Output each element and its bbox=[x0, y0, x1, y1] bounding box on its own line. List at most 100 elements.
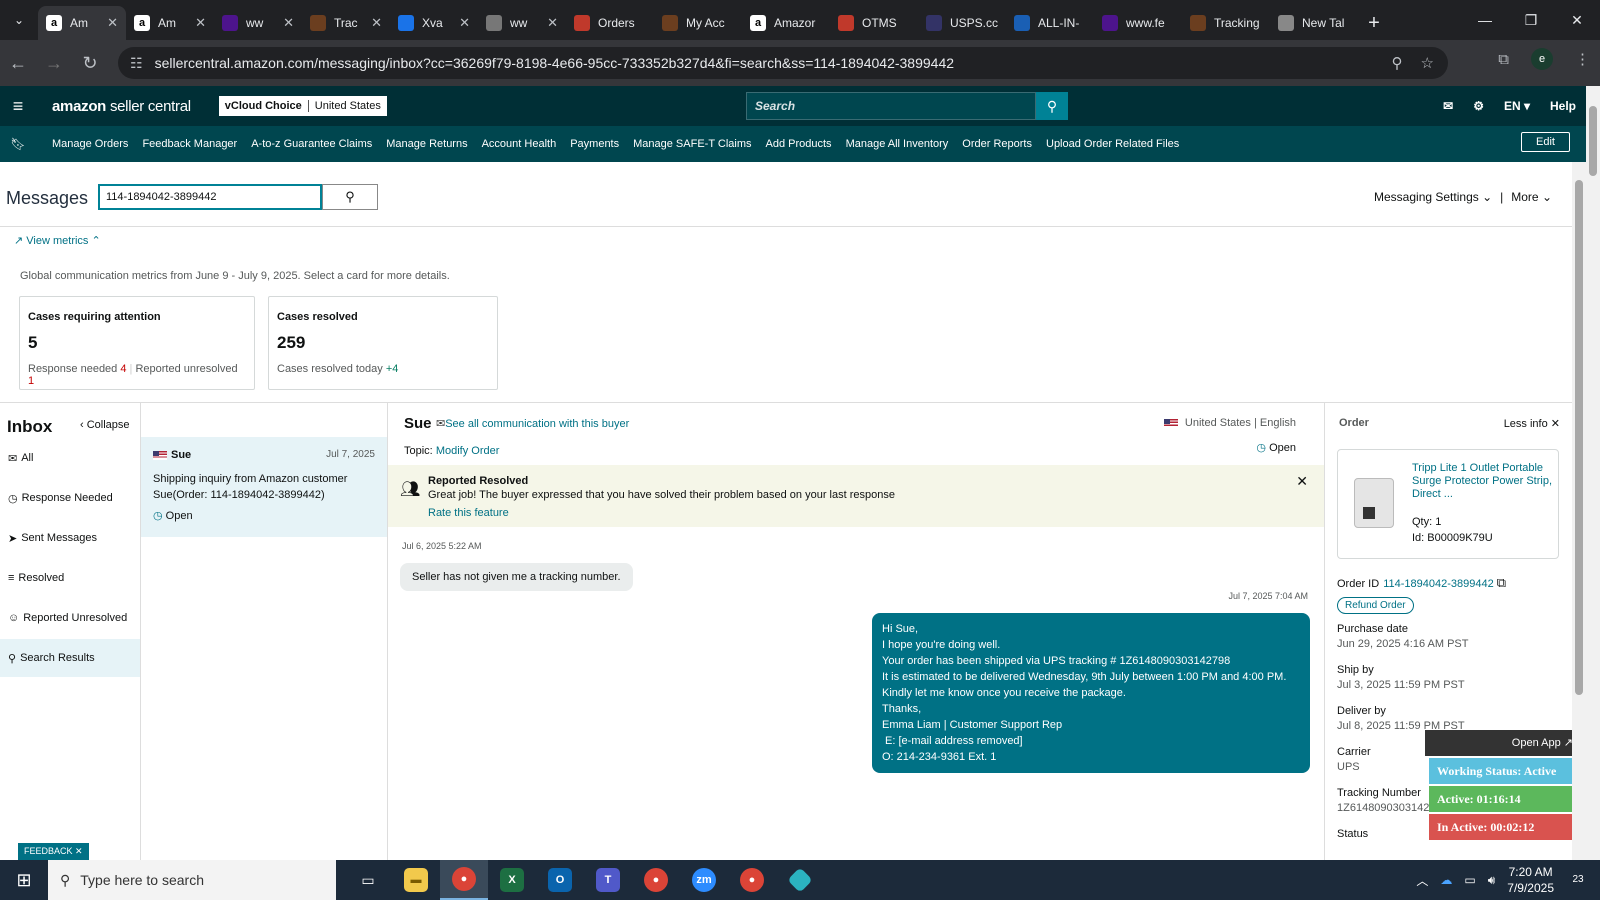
copy-icon[interactable]: ⧉ bbox=[1497, 575, 1506, 590]
thread-item[interactable]: Sue Jul 7, 2025 Shipping inquiry from Am… bbox=[141, 437, 387, 537]
folder-all[interactable]: ✉ All bbox=[0, 439, 140, 477]
page-scrollbar[interactable] bbox=[1586, 86, 1600, 860]
folder-resolved[interactable]: ≡ Resolved bbox=[0, 559, 140, 597]
nav-link[interactable]: Manage All Inventory bbox=[846, 138, 949, 150]
nav-link[interactable]: Order Reports bbox=[962, 138, 1032, 150]
nav-link[interactable]: Manage Orders bbox=[52, 138, 128, 150]
order-id-link[interactable]: 114-1894042-3899442 bbox=[1383, 578, 1494, 590]
tab-close-icon[interactable]: ✕ bbox=[283, 15, 294, 31]
profile-avatar[interactable]: e bbox=[1531, 48, 1553, 70]
taskbar-search[interactable]: ⚲ Type here to search bbox=[48, 860, 336, 900]
scrollbar-thumb[interactable] bbox=[1575, 180, 1583, 695]
tab-close-icon[interactable]: ✕ bbox=[195, 15, 206, 31]
bookmark-star-icon[interactable]: ☆ bbox=[1421, 54, 1434, 72]
chrome-profile-icon[interactable]: ● bbox=[632, 860, 680, 900]
view-metrics-toggle[interactable]: ↗ View metrics ⌃ bbox=[14, 234, 101, 247]
browser-tab[interactable]: a Amazor bbox=[742, 6, 830, 40]
more-dropdown[interactable]: More ⌄ bbox=[1511, 190, 1552, 204]
zoom-icon[interactable]: zm bbox=[680, 860, 728, 900]
browser-tab[interactable]: www.fe bbox=[1094, 6, 1182, 40]
chrome-alt-icon[interactable]: ● bbox=[728, 860, 776, 900]
hamburger-menu-icon[interactable]: ≡ bbox=[0, 96, 36, 117]
teams-icon[interactable]: T bbox=[584, 860, 632, 900]
forward-icon[interactable]: → bbox=[36, 53, 72, 74]
chrome-icon[interactable]: ● bbox=[440, 860, 488, 900]
cases-attention-card[interactable]: Cases requiring attention 5 Response nee… bbox=[19, 296, 255, 390]
chevron-up-icon[interactable]: ︿ bbox=[1416, 872, 1428, 889]
browser-menu-icon[interactable]: ⋮ bbox=[1575, 50, 1590, 68]
tab-close-icon[interactable]: ✕ bbox=[459, 15, 470, 31]
folder-response-needed[interactable]: ◷ Response Needed bbox=[0, 479, 140, 517]
nav-link[interactable]: Payments bbox=[570, 138, 619, 150]
browser-tab[interactable]: Xva ✕ bbox=[390, 6, 478, 40]
tab-search-icon[interactable]: ⌄ bbox=[0, 0, 38, 40]
onedrive-icon[interactable]: ☁ bbox=[1440, 873, 1452, 887]
mail-icon[interactable]: ✉ bbox=[1443, 99, 1453, 113]
settings-gear-icon[interactable]: ⚙ bbox=[1473, 99, 1484, 113]
restore-icon[interactable]: ❐ bbox=[1508, 0, 1554, 40]
close-icon[interactable]: ✕ bbox=[1296, 473, 1308, 490]
browser-tab[interactable]: OTMS bbox=[830, 6, 918, 40]
browser-tab[interactable]: a Am ✕ bbox=[38, 6, 126, 40]
edit-nav-button[interactable]: Edit bbox=[1521, 132, 1570, 152]
windows-start-icon[interactable]: ⊞ bbox=[0, 870, 48, 891]
language-selector[interactable]: EN ▾ bbox=[1504, 99, 1530, 113]
rate-feature-link[interactable]: Rate this feature bbox=[428, 507, 1314, 519]
nav-link[interactable]: Add Products bbox=[766, 138, 832, 150]
topic-link[interactable]: Modify Order bbox=[436, 445, 500, 457]
browser-tab[interactable]: Tracking bbox=[1182, 6, 1270, 40]
message-search-input[interactable]: 114-1894042-3899442 bbox=[98, 184, 322, 210]
nav-link[interactable]: Account Health bbox=[482, 138, 557, 150]
refund-order-button[interactable]: Refund Order bbox=[1337, 597, 1414, 614]
folder-sent-messages[interactable]: ➤ Sent Messages bbox=[0, 519, 140, 557]
app-icon[interactable] bbox=[776, 860, 824, 900]
search-icon[interactable]: ⚲ bbox=[1036, 92, 1068, 120]
product-title-link[interactable]: Tripp Lite 1 Outlet Portable Surge Prote… bbox=[1412, 462, 1552, 501]
minimize-icon[interactable]: — bbox=[1462, 0, 1508, 40]
zoom-icon[interactable]: ⚲ bbox=[1392, 54, 1403, 72]
site-info-icon[interactable]: ☷ bbox=[130, 55, 143, 72]
extensions-icon[interactable]: ⧉ bbox=[1498, 51, 1509, 68]
browser-tab[interactable]: Orders bbox=[566, 6, 654, 40]
browser-tab[interactable]: Trac ✕ bbox=[302, 6, 390, 40]
nav-link[interactable]: A-to-z Guarantee Claims bbox=[251, 138, 372, 150]
close-window-icon[interactable]: ✕ bbox=[1554, 0, 1600, 40]
seller-search-input[interactable]: Search bbox=[746, 92, 1036, 120]
browser-tab[interactable]: ww ✕ bbox=[214, 6, 302, 40]
scrollbar-thumb[interactable] bbox=[1589, 106, 1597, 176]
nav-link[interactable]: Manage Returns bbox=[386, 138, 467, 150]
task-view-icon[interactable]: ▭ bbox=[344, 860, 392, 900]
see-all-communication-link[interactable]: ✉See all communication with this buyer bbox=[436, 417, 629, 430]
content-scrollbar[interactable] bbox=[1572, 162, 1586, 860]
account-switcher[interactable]: vCloud Choice United States bbox=[218, 96, 387, 116]
folder-reported-unresolved[interactable]: ☺ Reported Unresolved bbox=[0, 599, 140, 637]
system-clock[interactable]: 7:20 AM 7/9/2025 bbox=[1507, 864, 1554, 896]
tab-close-icon[interactable]: ✕ bbox=[547, 15, 558, 31]
browser-tab[interactable]: ww ✕ bbox=[478, 6, 566, 40]
excel-icon[interactable]: X bbox=[488, 860, 536, 900]
amazon-seller-central-logo[interactable]: amazon seller central bbox=[52, 98, 191, 115]
bookmark-icon[interactable]: 🔖︎ bbox=[0, 137, 36, 151]
less-info-button[interactable]: Less info ✕ bbox=[1504, 417, 1560, 430]
notification-icon[interactable]: 23 bbox=[1566, 868, 1590, 892]
feedback-button[interactable]: FEEDBACK ✕ bbox=[18, 843, 89, 860]
nav-link[interactable]: Manage SAFE-T Claims bbox=[633, 138, 751, 150]
file-explorer-icon[interactable]: ▬ bbox=[392, 860, 440, 900]
open-app-button[interactable]: Open App ↗ bbox=[1425, 730, 1581, 756]
back-icon[interactable]: ← bbox=[0, 53, 36, 74]
nav-link[interactable]: Upload Order Related Files bbox=[1046, 138, 1179, 150]
help-link[interactable]: Help bbox=[1550, 99, 1576, 113]
tab-close-icon[interactable]: ✕ bbox=[371, 15, 382, 31]
browser-tab[interactable]: My Acc bbox=[654, 6, 742, 40]
message-search-icon[interactable]: ⚲ bbox=[322, 184, 378, 210]
nav-link[interactable]: Feedback Manager bbox=[142, 138, 237, 150]
browser-tab[interactable]: USPS.cc bbox=[918, 6, 1006, 40]
network-icon[interactable]: ▭ bbox=[1464, 873, 1475, 887]
address-bar[interactable]: ☷ sellercentral.amazon.com/messaging/inb… bbox=[118, 47, 1448, 79]
folder-search-results[interactable]: ⚲ Search Results bbox=[0, 639, 140, 677]
browser-tab[interactable]: ALL-IN- bbox=[1006, 6, 1094, 40]
new-tab-button[interactable]: + bbox=[1358, 6, 1390, 40]
collapse-button[interactable]: ‹ Collapse bbox=[80, 419, 130, 431]
outlook-icon[interactable]: O bbox=[536, 860, 584, 900]
browser-tab[interactable]: a Am ✕ bbox=[126, 6, 214, 40]
